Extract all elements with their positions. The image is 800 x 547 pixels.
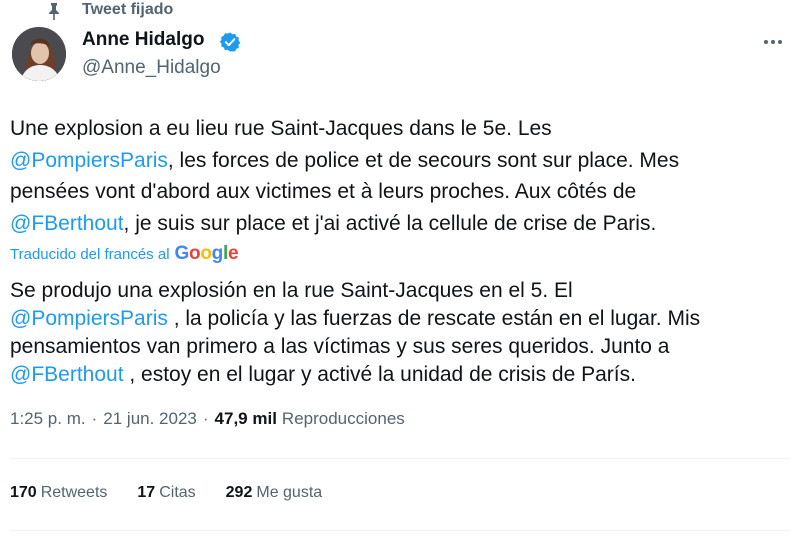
text-line: @PompiersParis, les forces de police et …: [10, 145, 790, 177]
mention-link[interactable]: @FBerthout: [10, 363, 124, 386]
stat-label: Citas: [159, 484, 196, 501]
google-letter: G: [174, 243, 190, 264]
google-logo: Google: [175, 243, 239, 265]
translated-label[interactable]: Traducido del francés al: [10, 246, 170, 263]
text-line: @FBerthout , estoy en el lugar y activé …: [10, 361, 790, 389]
text-line: Une explosion a eu lieu rue Saint-Jacque…: [10, 113, 790, 145]
pin-icon: [44, 1, 64, 21]
text-line: @FBerthout, je suis sur place et j'ai ac…: [10, 208, 790, 240]
tweet-time[interactable]: 1:25 p. m.: [10, 409, 86, 429]
text-segment: pensées vont d'abord aux victimes et à l…: [10, 180, 637, 203]
tweet-date[interactable]: 21 jun. 2023: [103, 409, 197, 429]
stat-count: 170: [10, 484, 37, 501]
text-segment: Une explosion a eu lieu rue Saint-Jacque…: [10, 117, 552, 140]
views-count: 47,9 mil: [214, 409, 277, 428]
mention-link[interactable]: @PompiersParis: [10, 149, 168, 172]
stat-label: Me gusta: [256, 484, 323, 501]
stat-count: 17: [137, 484, 156, 501]
retweets-stat[interactable]: 170 Retweets: [10, 484, 107, 502]
engagement-stats: 170 Retweets 17 Citas 292 Me gusta: [10, 484, 352, 502]
meta-separator: ·: [202, 409, 209, 428]
text-line: pensamientos van primero a las víctimas …: [10, 333, 790, 361]
pinned-label: Tweet fijado: [82, 1, 174, 18]
verified-badge-icon: [219, 31, 241, 53]
avatar[interactable]: [12, 27, 66, 81]
google-letter: g: [211, 243, 224, 264]
mention-link[interactable]: @FBerthout: [10, 212, 124, 235]
divider: [10, 530, 790, 531]
meta-separator: ·: [91, 409, 98, 428]
views-label: Reproducciones: [281, 409, 405, 428]
tweet-meta: 1:25 p. m. · 21 jun. 2023 · 47,9 mil Rep…: [10, 409, 405, 429]
text-line: pensées vont d'abord aux victimes et à l…: [10, 176, 790, 208]
tweet-text: Une explosion a eu lieu rue Saint-Jacque…: [10, 113, 790, 239]
text-segment: pensamientos van primero a las víctimas …: [10, 335, 670, 358]
google-letter: e: [227, 243, 239, 264]
author-name[interactable]: Anne Hidalgo: [82, 29, 204, 51]
translation-text: Se produjo una explosión en la rue Saint…: [10, 277, 790, 389]
google-letter: o: [200, 243, 212, 264]
stat-count: 292: [225, 484, 253, 501]
mention-link[interactable]: @PompiersParis: [10, 307, 168, 330]
pinned-indicator: [44, 0, 64, 22]
quotes-stat[interactable]: 17 Citas: [137, 484, 195, 502]
text-segment: Se produjo una explosión en la rue Saint…: [10, 279, 573, 302]
text-segment: , la policía y las fuerzas de rescate es…: [167, 307, 701, 330]
text-line: @PompiersParis , la policía y las fuerza…: [10, 305, 790, 333]
author-handle[interactable]: @Anne_Hidalgo: [82, 57, 221, 79]
more-options-icon[interactable]: [758, 30, 788, 54]
google-letter: o: [189, 243, 201, 264]
divider: [10, 458, 790, 459]
stat-label: Retweets: [40, 484, 108, 501]
text-line: Se produjo una explosión en la rue Saint…: [10, 277, 790, 305]
text-segment: , les forces de police et de secours son…: [167, 148, 680, 172]
text-segment: , je suis sur place et j'ai activé la ce…: [123, 211, 657, 235]
likes-stat[interactable]: 292 Me gusta: [226, 484, 323, 502]
text-segment: , estoy en el lugar y activé la unidad d…: [123, 363, 636, 386]
translation-attribution: Traducido del francés al Google: [10, 243, 239, 265]
